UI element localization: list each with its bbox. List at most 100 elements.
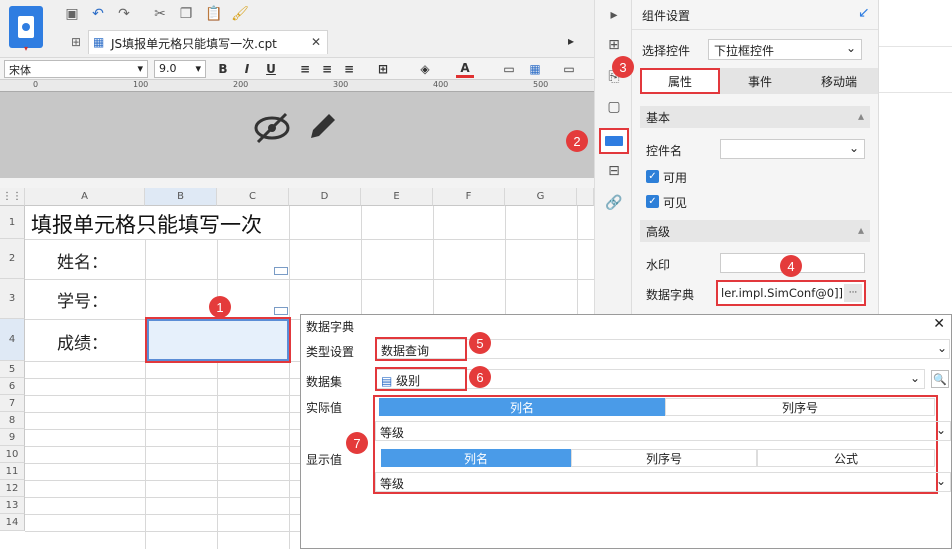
fill-color-icon[interactable]: ◈ — [416, 60, 434, 78]
id-label-cell[interactable]: 学号： — [57, 287, 108, 312]
row-header[interactable]: 7 — [0, 395, 25, 412]
align-center-icon[interactable]: ≡ — [318, 60, 336, 78]
step-badge: 5 — [469, 332, 491, 354]
visible-label: 可见 — [663, 196, 688, 210]
hidden-eye-icon[interactable] — [252, 110, 292, 146]
row-header[interactable]: 13 — [0, 497, 25, 514]
select-control-label: 选择控件 — [642, 44, 691, 58]
column-header[interactable]: E — [361, 188, 433, 206]
close-icon[interactable]: ✕ — [933, 316, 945, 332]
expand-arrow-icon[interactable]: ▸ — [603, 4, 625, 26]
collapse-arrow-icon[interactable]: ↙ — [858, 5, 870, 21]
dataset-preview-icon[interactable]: 🔍 — [931, 370, 949, 388]
parameter-canvas[interactable] — [0, 92, 594, 178]
display-tab-column-index[interactable]: 列序号 — [571, 449, 757, 467]
control-name-input[interactable]: ⌄ — [720, 139, 865, 159]
column-header[interactable]: C — [217, 188, 289, 206]
row-header[interactable]: 8 — [0, 412, 25, 429]
column-header[interactable]: A — [25, 188, 145, 206]
row-header[interactable]: 9 — [0, 429, 25, 446]
row-header[interactable]: 5 — [0, 361, 25, 378]
align-left-icon[interactable]: ≡ — [296, 60, 314, 78]
chevron-down-icon: ⌄ — [845, 41, 856, 55]
tab-label: 列序号 — [781, 400, 818, 415]
save-icon[interactable]: ▣ — [62, 4, 82, 24]
corner-cell[interactable]: ⋮⋮ — [0, 188, 25, 206]
title-cell[interactable]: 填报单元格只能填写一次 — [31, 209, 262, 239]
widget-settings-button[interactable] — [599, 128, 629, 154]
align-right-icon[interactable]: ≡ — [340, 60, 358, 78]
enabled-checkbox[interactable]: ✓ — [646, 170, 659, 183]
row-header[interactable]: 6 — [0, 378, 25, 395]
grid-view-icon[interactable]: ⊞ — [66, 32, 86, 52]
merge-cells-icon[interactable]: ▭ — [500, 60, 518, 78]
dropdown-arrow-icon[interactable]: ▾ — [24, 44, 28, 53]
grid-line — [25, 239, 594, 240]
display-tab-column-name[interactable]: 列名 — [381, 449, 571, 467]
row-header[interactable]: 12 — [0, 480, 25, 497]
section-advanced[interactable]: 高级 ▴ — [640, 220, 870, 242]
app-menu-button[interactable] — [9, 6, 43, 48]
column-header[interactable]: F — [433, 188, 505, 206]
copy-icon[interactable]: ❐ — [176, 4, 196, 24]
cell-element-icon[interactable]: ⊞ — [603, 34, 625, 56]
display-tab-formula[interactable]: 公式 — [757, 449, 935, 467]
tab-attributes[interactable]: 属性 — [640, 68, 720, 94]
display-value-select[interactable]: 等级 ⌄ — [375, 472, 951, 492]
actual-value-select[interactable]: 等级 ⌄ — [375, 421, 951, 441]
tab-mobile[interactable]: 移动端 — [800, 68, 878, 94]
step-badge: 4 — [780, 255, 802, 277]
section-basic[interactable]: 基本 ▴ — [640, 106, 870, 128]
more-icon[interactable]: ▭ — [560, 60, 578, 78]
tab-label: 列名 — [509, 400, 534, 415]
column-header — [577, 188, 594, 206]
file-tab[interactable]: ▦ JS填报单元格只能填写一次.cpt ✕ — [88, 30, 328, 54]
font-color-icon[interactable]: A — [456, 60, 474, 78]
widget-marker-icon[interactable] — [274, 307, 288, 315]
undo-icon[interactable]: ↶ — [88, 4, 108, 24]
condition-icon[interactable]: ⊟ — [603, 160, 625, 182]
tab-label: 事件 — [747, 74, 772, 89]
border-icon[interactable]: ⊞ — [374, 60, 392, 78]
row-header[interactable]: 14 — [0, 514, 25, 531]
row-header[interactable]: 4 — [0, 319, 25, 361]
cut-icon[interactable]: ✂ — [150, 4, 170, 24]
separator — [0, 178, 594, 188]
dict-more-button[interactable]: ··· — [844, 284, 862, 302]
font-size-select[interactable]: 9.0 ▾ — [154, 60, 206, 78]
row-header[interactable]: 11 — [0, 463, 25, 480]
panel-toggle-icon[interactable]: ▸ — [568, 34, 574, 48]
table-icon[interactable]: ▦ — [526, 60, 544, 78]
hyperlink-icon[interactable]: 🔗 — [603, 192, 625, 214]
font-family-select[interactable]: 宋体 ▾ — [4, 60, 148, 78]
float-element-icon[interactable]: ▢ — [603, 96, 625, 118]
row-header[interactable]: 1 — [0, 206, 25, 239]
row-header[interactable]: 2 — [0, 239, 25, 279]
close-tab-icon[interactable]: ✕ — [311, 35, 321, 49]
widget-marker-icon[interactable] — [274, 267, 288, 275]
name-label-cell[interactable]: 姓名： — [57, 248, 108, 273]
row-header[interactable]: 3 — [0, 279, 25, 319]
select-control-dropdown[interactable]: 下拉框控件 ⌄ — [708, 39, 862, 60]
italic-icon[interactable]: I — [238, 60, 256, 78]
bold-icon[interactable]: B — [214, 60, 232, 78]
column-header[interactable]: D — [289, 188, 361, 206]
type-value-box[interactable]: 数据查询 — [375, 337, 467, 361]
score-label-cell[interactable]: 成绩： — [57, 329, 108, 354]
right-edge-panel — [878, 0, 952, 315]
redo-icon[interactable]: ↷ — [114, 4, 134, 24]
format-painter-icon[interactable]: 🖌 — [230, 4, 250, 24]
actual-tab-column-name[interactable]: 列名 — [379, 398, 665, 416]
tab-events[interactable]: 事件 — [720, 68, 800, 94]
column-header[interactable]: B — [145, 188, 217, 206]
row-header[interactable]: 10 — [0, 446, 25, 463]
dict-field[interactable]: ler.impl.SimConf@0]] ··· — [716, 280, 866, 306]
divider — [879, 46, 952, 47]
pencil-icon[interactable] — [305, 108, 337, 144]
underline-icon[interactable]: U — [262, 60, 280, 78]
visible-checkbox[interactable]: ✓ — [646, 195, 659, 208]
column-header[interactable]: G — [505, 188, 577, 206]
dataset-value-box[interactable]: ▤ 级别 — [375, 367, 467, 391]
paste-icon[interactable]: 📋 — [204, 4, 224, 24]
actual-tab-column-index[interactable]: 列序号 — [665, 398, 935, 416]
